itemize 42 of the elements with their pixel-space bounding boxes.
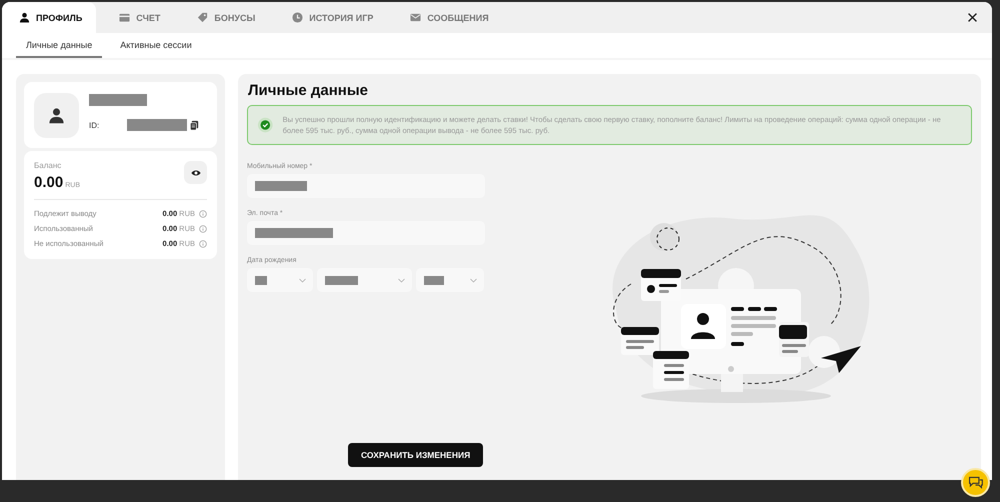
date-dropdown[interactable] xyxy=(416,268,484,292)
id-label: ID: xyxy=(89,120,100,130)
info-icon xyxy=(199,210,207,218)
tab[interactable]: СЧЕТ xyxy=(102,2,174,33)
date-dropdown[interactable] xyxy=(317,268,412,292)
clock-icon xyxy=(292,12,304,23)
balance-amount: 0.00 xyxy=(34,174,64,191)
balance-label: Баланс xyxy=(34,161,62,170)
mail-icon xyxy=(410,12,422,23)
show-balance-button[interactable] xyxy=(184,161,207,184)
save-button[interactable]: СОХРАНИТЬ ИЗМЕНЕНИЯ xyxy=(348,443,484,467)
tab[interactable]: ИСТОРИЯ ИГР xyxy=(275,2,388,33)
chevron-down-icon xyxy=(298,276,307,284)
redacted-name xyxy=(89,94,147,106)
subtab[interactable]: Активные сессии xyxy=(110,33,202,58)
subtab[interactable]: Личные данные xyxy=(16,33,102,58)
info-icon xyxy=(199,224,207,232)
close-icon xyxy=(966,12,978,23)
user-icon xyxy=(48,106,65,124)
chevron-down-icon xyxy=(397,276,406,284)
card-icon xyxy=(119,12,130,23)
section-title: Личные данные xyxy=(248,82,369,99)
info-icon xyxy=(199,240,207,248)
redacted-value xyxy=(424,276,444,284)
copy-icon xyxy=(188,120,200,130)
input-field[interactable] xyxy=(247,174,485,198)
tab[interactable]: СООБЩЕНИЯ xyxy=(393,2,503,33)
date-dropdown[interactable] xyxy=(247,268,313,292)
chat-icon xyxy=(967,474,984,491)
redacted-value xyxy=(255,276,267,284)
chevron-down-icon xyxy=(469,276,478,284)
tab[interactable]: ПРОФИЛЬ xyxy=(2,2,96,33)
tag-icon xyxy=(197,12,208,23)
redacted-value xyxy=(325,276,358,284)
chat-button[interactable] xyxy=(961,468,990,497)
redacted-id xyxy=(127,119,187,131)
redacted-value xyxy=(255,181,307,191)
tab[interactable]: БОНУСЫ xyxy=(180,2,270,33)
check-icon xyxy=(258,115,273,135)
input-field[interactable] xyxy=(247,221,485,245)
user-icon xyxy=(19,12,30,23)
eye-icon xyxy=(190,168,200,178)
